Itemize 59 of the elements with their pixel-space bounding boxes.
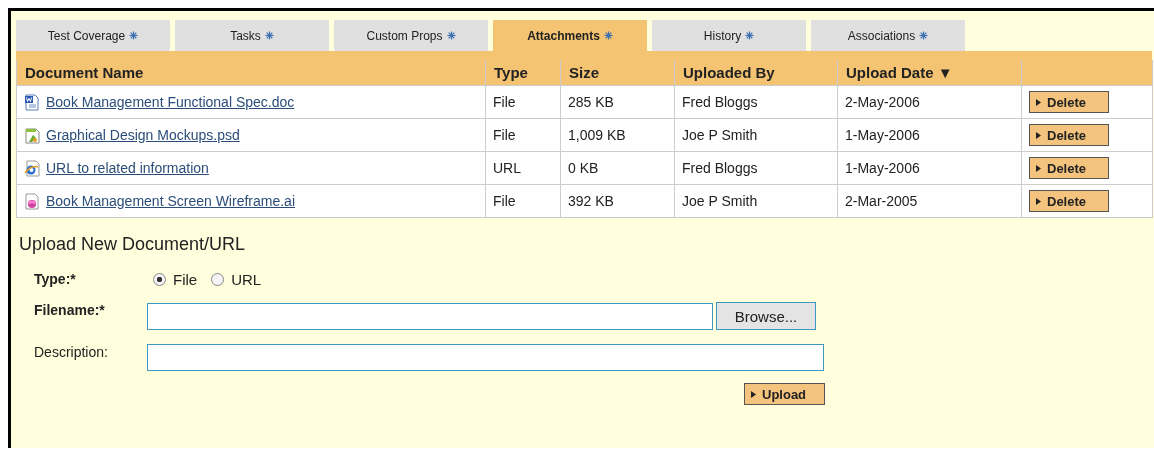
asterisk-icon (446, 31, 456, 40)
table-cell: URL (485, 151, 561, 185)
asterisk-icon (919, 31, 929, 40)
filename-field[interactable] (147, 302, 713, 330)
play-icon (1036, 164, 1041, 172)
table-cell: 1,009 KB (560, 118, 675, 152)
description-field[interactable] (147, 344, 824, 371)
play-icon (1036, 98, 1041, 106)
table-cell: 1-May-2006 (837, 151, 1022, 185)
table-cell: 2-May-2006 (837, 85, 1022, 119)
play-icon (1036, 131, 1041, 139)
table-cell: 285 KB (560, 85, 675, 119)
image-file-icon (24, 126, 40, 144)
table-cell: 0 KB (560, 151, 675, 185)
web-page-icon (24, 159, 40, 177)
field-label: Type:* (33, 271, 77, 287)
asterisk-icon (745, 31, 755, 40)
table-cell: Joe P Smith (674, 184, 838, 218)
column-header: Uploaded By (674, 60, 838, 86)
delete-button[interactable]: Delete (1029, 91, 1109, 113)
radio-button[interactable] (153, 273, 166, 286)
column-header: Type (485, 60, 561, 86)
document-link[interactable]: Graphical Design Mockups.psd (46, 127, 240, 143)
table-cell: File (485, 118, 561, 152)
delete-button[interactable]: Delete (1029, 157, 1109, 179)
column-header: Upload Date ▼ (837, 60, 1022, 86)
delete-button[interactable]: Delete (1029, 124, 1109, 146)
browse-button[interactable]: Browse... (716, 302, 816, 330)
tab[interactable]: Associations (811, 20, 965, 51)
table-cell: 2-Mar-2005 (837, 184, 1022, 218)
asterisk-icon (264, 31, 274, 40)
radio-label: File (173, 271, 198, 288)
column-header: Size (560, 60, 675, 86)
tab[interactable]: Attachments (493, 20, 647, 51)
radio-label: URL (231, 271, 262, 288)
asterisk-icon (603, 31, 613, 40)
table-cell: File (485, 184, 561, 218)
column-header: Document Name (16, 60, 486, 86)
radio-button[interactable] (211, 273, 225, 286)
tab[interactable]: Custom Props (334, 20, 488, 51)
field-label: Filename:* (33, 302, 106, 318)
table-cell: 392 KB (560, 184, 675, 218)
field-label: Description: (33, 344, 109, 360)
table-cell: Joe P Smith (674, 118, 838, 152)
play-icon (1036, 197, 1041, 205)
section-title: Upload New Document/URL (19, 234, 247, 255)
tab[interactable]: Tasks (175, 20, 329, 51)
document-link[interactable]: URL to related information (46, 160, 209, 176)
tab[interactable]: History (652, 20, 806, 51)
table-cell: Fred Bloggs (674, 85, 838, 119)
delete-button[interactable]: Delete (1029, 190, 1109, 212)
table-cell: 1-May-2006 (837, 118, 1022, 152)
document-icon (24, 93, 40, 111)
tab[interactable]: Test Coverage (16, 20, 170, 51)
table-cell: File (485, 85, 561, 119)
play-icon (751, 390, 756, 398)
upload-button[interactable]: Upload (744, 383, 825, 405)
table-cell: Fred Bloggs (674, 151, 838, 185)
asterisk-icon (129, 31, 139, 40)
